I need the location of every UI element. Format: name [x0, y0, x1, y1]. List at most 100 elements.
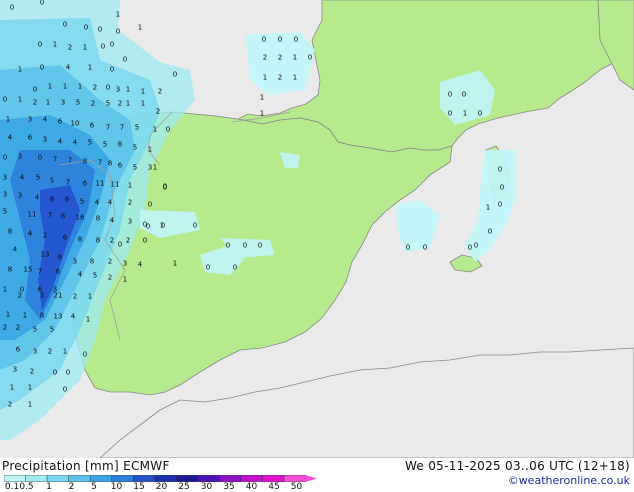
- precip-value: 1: [292, 53, 298, 62]
- precip-value: 1: [77, 82, 83, 91]
- precip-value: 1: [27, 400, 33, 409]
- precip-value: 2: [262, 53, 268, 62]
- scale-segment: [176, 475, 199, 482]
- precip-value: 3: [127, 217, 133, 226]
- precip-value: 8: [82, 157, 88, 166]
- precip-value: 2: [157, 87, 163, 96]
- precip-value: 1: [125, 85, 131, 94]
- precip-value: 3: [42, 135, 48, 144]
- scale-segment: [133, 475, 156, 482]
- precip-value: 0: [160, 221, 166, 230]
- precip-value: 4: [42, 115, 48, 124]
- scale-segment: [111, 475, 134, 482]
- precip-value: 3: [2, 173, 8, 182]
- precip-value: 0: [142, 236, 148, 245]
- precip-value: 2: [90, 99, 96, 108]
- precip-value: 0: [32, 85, 38, 94]
- precip-value: 1: [62, 82, 68, 91]
- precip-value: 0: [497, 200, 503, 209]
- precip-value: 4: [27, 229, 33, 238]
- precip-value: 5: [134, 123, 140, 132]
- precip-value: 5: [49, 176, 55, 185]
- precip-value: 0: [422, 243, 428, 252]
- precip-value: 0: [2, 153, 8, 162]
- precip-value: 0: [62, 20, 68, 29]
- precip-value: 4: [109, 216, 115, 225]
- scale-tick-label: 2: [68, 482, 75, 492]
- scale-segment: [154, 475, 177, 482]
- precip-value: 1: [292, 73, 298, 82]
- precip-value: 21: [53, 291, 63, 300]
- precip-value: 0: [447, 90, 453, 99]
- precip-value: 0: [487, 227, 493, 236]
- precip-value: 6: [57, 117, 63, 126]
- precip-value: 0: [405, 243, 411, 252]
- precip-value: 6: [62, 233, 68, 242]
- precip-value: 0: [473, 241, 479, 250]
- precip-value: 11: [95, 179, 105, 188]
- scale-tick-label: 40: [245, 482, 258, 492]
- precip-value: 5: [35, 173, 41, 182]
- precip-value: 0: [105, 83, 111, 92]
- precip-value: 1: [462, 109, 468, 118]
- precip-area-9: [395, 200, 440, 252]
- precip-value: 8: [7, 265, 13, 274]
- scale-tick-label: 45: [268, 482, 280, 492]
- precip-value: 4: [34, 193, 40, 202]
- scale-tick-label: 5: [91, 482, 97, 492]
- precip-value: 7: [37, 267, 43, 276]
- scale-segment: [4, 475, 26, 482]
- precip-value: 1: [127, 181, 133, 190]
- precip-value: 4: [94, 198, 100, 207]
- scale-tick-label: 25: [178, 482, 190, 492]
- precip-value: 8: [117, 140, 123, 149]
- precip-value: 8: [39, 311, 45, 320]
- scale-segment: [68, 475, 91, 482]
- precip-value: 1: [27, 383, 33, 392]
- precip-value: 0: [242, 241, 248, 250]
- precip-value: 0: [145, 222, 151, 231]
- precip-value: 1: [17, 65, 23, 74]
- precip-value: 7: [119, 123, 125, 132]
- precip-value: 0: [109, 65, 115, 74]
- precip-value: 3: [17, 152, 23, 161]
- precip-value: 1: [5, 115, 11, 124]
- precip-value: 0: [205, 263, 211, 272]
- precip-value: 0: [192, 221, 198, 230]
- precip-value: 5: [132, 163, 138, 172]
- precip-value: 0: [277, 35, 283, 44]
- scale-tick-label: 30: [200, 482, 213, 492]
- precip-value: 2: [109, 236, 115, 245]
- precip-value: 1: [87, 63, 93, 72]
- precip-value: 1: [137, 23, 143, 32]
- precip-value: 2: [92, 83, 98, 92]
- precip-value: 0: [307, 53, 313, 62]
- scale-segment: [197, 475, 220, 482]
- precip-value: 15: [23, 265, 33, 274]
- precip-value: 2: [277, 53, 283, 62]
- precip-value: 5: [79, 197, 85, 206]
- precip-value: 3: [39, 291, 45, 300]
- precip-value: 4: [19, 173, 25, 182]
- precip-value: 3: [115, 85, 121, 94]
- precip-value: 3: [17, 191, 23, 200]
- precip-value: 13: [40, 250, 50, 259]
- precip-value: 0: [497, 165, 503, 174]
- precip-value: 1: [259, 93, 265, 102]
- precip-value: 6: [55, 267, 61, 276]
- precip-value: 0: [477, 109, 483, 118]
- precip-value: 0: [232, 263, 238, 272]
- precip-value: 1: [140, 99, 146, 108]
- precip-value: 1: [47, 82, 53, 91]
- precip-value: 10: [70, 119, 80, 128]
- precip-value: 4: [77, 270, 83, 279]
- precip-value: 0: [2, 95, 8, 104]
- scale-segment: [25, 475, 48, 482]
- precip-value: 1: [140, 87, 146, 96]
- scale-arrow: [305, 475, 318, 482]
- credit-link[interactable]: ©weatheronline.co.uk: [508, 474, 630, 487]
- precip-value: 2: [2, 323, 8, 332]
- precip-value: 0: [162, 183, 168, 192]
- precip-value: 5: [92, 271, 98, 280]
- scale-tick-label: 20: [155, 482, 168, 492]
